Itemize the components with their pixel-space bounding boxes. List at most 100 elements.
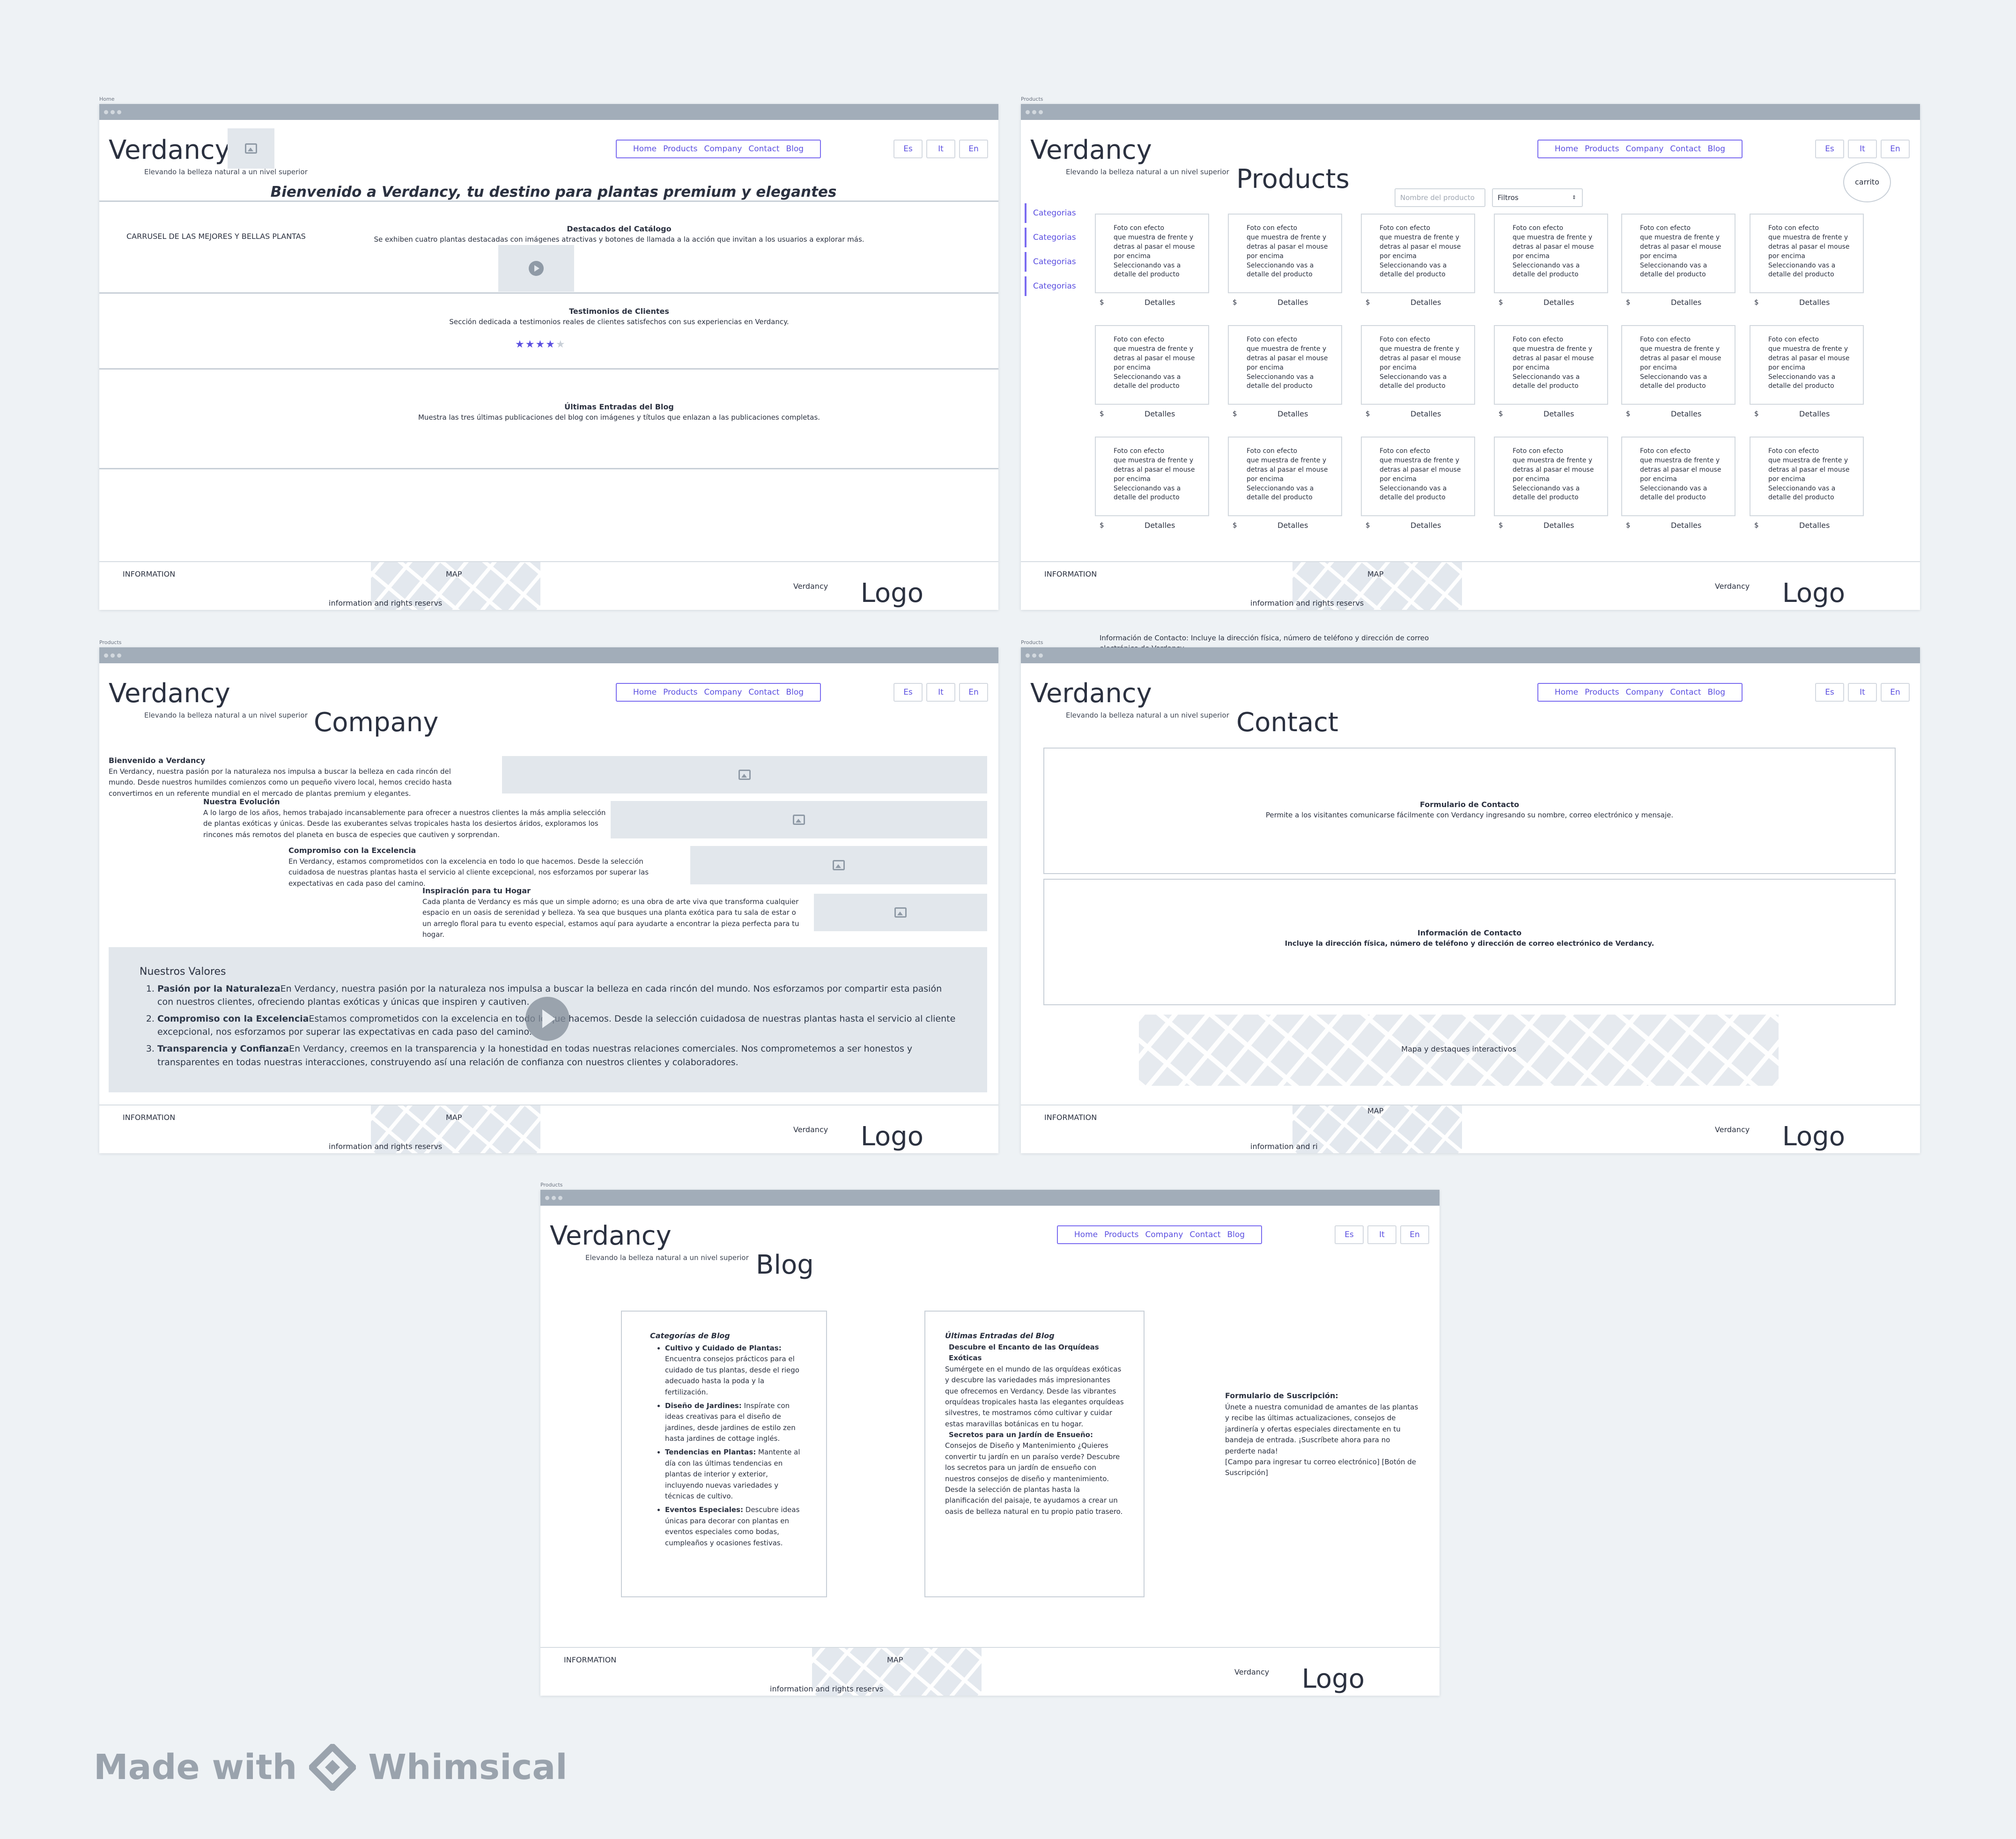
product-card[interactable]: Foto con efecto que muestra de frente y de… (1621, 214, 1735, 293)
nav-products[interactable]: Products (1585, 144, 1619, 154)
nav-contact[interactable]: Contact (748, 144, 779, 154)
nav-contact[interactable]: Contact (1670, 144, 1701, 154)
lang-es[interactable]: Es (1815, 683, 1844, 702)
blog-category-item[interactable]: Eventos Especiales: Descubre ideas única… (665, 1505, 807, 1549)
product-card[interactable]: Foto con efecto que muestra de frente y de… (1494, 214, 1608, 293)
brand-name[interactable]: Verdancy (109, 678, 230, 709)
product-card[interactable]: Foto con efecto que muestra de frente y de… (1228, 214, 1342, 293)
product-card[interactable]: Foto con efecto que muestra de frente y de… (1361, 325, 1475, 405)
product-card[interactable]: Foto con efecto que muestra de frente y de… (1494, 437, 1608, 516)
lang-en[interactable]: En (1881, 140, 1910, 158)
nav-company[interactable]: Company (1145, 1230, 1183, 1239)
footer-information[interactable]: INFORMATION (1044, 1113, 1097, 1122)
product-card[interactable]: Foto con efecto que muestra de frente y de… (1494, 325, 1608, 405)
nav-company[interactable]: Company (704, 688, 742, 697)
nav-home[interactable]: Home (633, 688, 657, 697)
lang-es[interactable]: Es (1815, 140, 1844, 158)
lang-es[interactable]: Es (1335, 1225, 1364, 1244)
details-link[interactable]: Detalles (1410, 298, 1441, 307)
post-title[interactable]: Secretos para un Jardín de Ensueño: (945, 1431, 1093, 1439)
product-card[interactable]: Foto con efecto que muestra de frente y de… (1361, 437, 1475, 516)
brand-name[interactable]: Verdancy (109, 135, 230, 165)
post-title[interactable]: Descubre el Encanto de las Orquídeas Exó… (945, 1342, 1125, 1364)
whimsical-watermark[interactable]: Made with Whimsical (94, 1742, 568, 1793)
lang-es[interactable]: Es (894, 140, 923, 158)
details-link[interactable]: Detalles (1410, 521, 1441, 530)
product-card[interactable]: Foto con efecto que muestra de frente y de… (1095, 214, 1209, 293)
nav-blog[interactable]: Blog (1708, 144, 1726, 154)
lang-en[interactable]: En (1400, 1225, 1429, 1244)
nav-home[interactable]: Home (1555, 688, 1578, 697)
nav-home[interactable]: Home (633, 144, 657, 154)
lang-it[interactable]: It (1848, 683, 1877, 702)
product-card[interactable]: Foto con efecto que muestra de frente y de… (1095, 437, 1209, 516)
details-link[interactable]: Detalles (1410, 409, 1441, 418)
product-card[interactable]: Foto con efecto que muestra de frente y de… (1228, 325, 1342, 405)
details-link[interactable]: Detalles (1543, 298, 1574, 307)
details-link[interactable]: Detalles (1671, 521, 1701, 530)
lang-es[interactable]: Es (894, 683, 923, 702)
nav-blog[interactable]: Blog (786, 688, 804, 697)
nav-products[interactable]: Products (663, 144, 697, 154)
nav-blog[interactable]: Blog (1227, 1230, 1245, 1239)
details-link[interactable]: Detalles (1671, 298, 1701, 307)
category-item[interactable]: Categorias (1025, 203, 1081, 223)
product-card[interactable]: Foto con efecto que muestra de frente y de… (1750, 437, 1864, 516)
details-link[interactable]: Detalles (1145, 409, 1175, 418)
nav-contact[interactable]: Contact (1670, 688, 1701, 697)
product-card[interactable]: Foto con efecto que muestra de frente y de… (1750, 214, 1864, 293)
lang-it[interactable]: It (1848, 140, 1877, 158)
details-link[interactable]: Detalles (1278, 409, 1308, 418)
blog-category-item[interactable]: Tendencias en Plantas: Mantente al día c… (665, 1447, 807, 1502)
nav-contact[interactable]: Contact (748, 688, 779, 697)
lang-en[interactable]: En (959, 683, 988, 702)
nav-company[interactable]: Company (704, 144, 742, 154)
filters-select[interactable]: Filtros ⇕ (1492, 188, 1583, 207)
nav-home[interactable]: Home (1074, 1230, 1098, 1239)
interactive-map[interactable]: Mapa y destaques interactivos (1139, 1015, 1779, 1086)
video-play-button[interactable] (525, 997, 569, 1041)
subscription-fields[interactable]: [Campo para ingresar tu correo electróni… (1225, 1457, 1422, 1479)
lang-it[interactable]: It (1367, 1225, 1396, 1244)
details-link[interactable]: Detalles (1278, 298, 1308, 307)
product-card[interactable]: Foto con efecto que muestra de frente y de… (1621, 325, 1735, 405)
brand-name[interactable]: Verdancy (550, 1221, 672, 1251)
lang-en[interactable]: En (959, 140, 988, 158)
category-item[interactable]: Categorias (1025, 276, 1081, 296)
catalog-video-placeholder[interactable] (498, 245, 574, 292)
nav-blog[interactable]: Blog (786, 144, 804, 154)
blog-category-item[interactable]: Diseño de Jardines: Inspírate con ideas … (665, 1401, 807, 1445)
details-link[interactable]: Detalles (1671, 409, 1701, 418)
details-link[interactable]: Detalles (1543, 521, 1574, 530)
nav-contact[interactable]: Contact (1189, 1230, 1220, 1239)
product-card[interactable]: Foto con efecto que muestra de frente y de… (1361, 214, 1475, 293)
footer-information[interactable]: INFORMATION (1044, 570, 1097, 578)
cart-button[interactable]: carrito (1843, 162, 1891, 202)
lang-en[interactable]: En (1881, 683, 1910, 702)
nav-blog[interactable]: Blog (1708, 688, 1726, 697)
product-card[interactable]: Foto con efecto que muestra de frente y de… (1095, 325, 1209, 405)
details-link[interactable]: Detalles (1799, 521, 1830, 530)
footer-information[interactable]: INFORMATION (564, 1655, 616, 1664)
details-link[interactable]: Detalles (1799, 409, 1830, 418)
details-link[interactable]: Detalles (1145, 298, 1175, 307)
nav-products[interactable]: Products (1104, 1230, 1138, 1239)
contact-form[interactable]: Formulario de Contacto Permite a los visi… (1043, 748, 1896, 874)
nav-products[interactable]: Products (1585, 688, 1619, 697)
play-icon[interactable] (529, 261, 544, 276)
details-link[interactable]: Detalles (1799, 298, 1830, 307)
product-card[interactable]: Foto con efecto que muestra de frente y de… (1621, 437, 1735, 516)
details-link[interactable]: Detalles (1278, 521, 1308, 530)
product-card[interactable]: Foto con efecto que muestra de frente y de… (1228, 437, 1342, 516)
nav-company[interactable]: Company (1626, 688, 1664, 697)
product-card[interactable]: Foto con efecto que muestra de frente y de… (1750, 325, 1864, 405)
category-item[interactable]: Categorias (1025, 228, 1081, 247)
category-item[interactable]: Categorias (1025, 252, 1081, 272)
nav-products[interactable]: Products (663, 688, 697, 697)
nav-company[interactable]: Company (1626, 144, 1664, 154)
lang-it[interactable]: It (926, 683, 955, 702)
lang-it[interactable]: It (926, 140, 955, 158)
details-link[interactable]: Detalles (1145, 521, 1175, 530)
product-search-input[interactable]: Nombre del producto (1395, 188, 1485, 207)
brand-name[interactable]: Verdancy (1030, 678, 1152, 709)
